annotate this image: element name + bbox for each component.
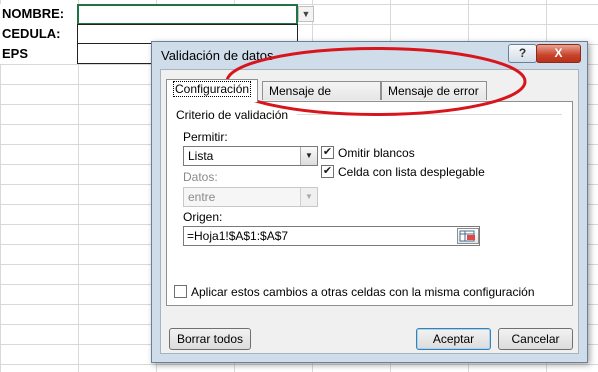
celda-lista-label: Celda con lista desplegable xyxy=(338,165,485,179)
data-validation-dialog: Validación de datos ? X Configuración Me… xyxy=(151,41,588,363)
origen-label: Origen: xyxy=(183,210,223,224)
range-selector-icon[interactable] xyxy=(457,228,479,244)
permitir-label: Permitir: xyxy=(183,130,228,144)
chevron-down-icon[interactable]: ▼ xyxy=(300,147,317,165)
group-title: Criterio de validación xyxy=(176,108,289,122)
cancelar-button[interactable]: Cancelar xyxy=(498,328,573,350)
omitir-blancos-checkbox[interactable]: ✔ xyxy=(321,146,334,159)
aplicar-label: Aplicar estos cambios a otras celdas con… xyxy=(191,285,535,299)
origen-input[interactable]: =Hoja1!$A$1:$A$7 xyxy=(183,226,480,246)
close-button[interactable]: X xyxy=(536,44,581,63)
tab-panel-configuracion: Criterio de validación Permitir: Lista ▼… xyxy=(166,101,573,306)
datos-value: entre xyxy=(188,190,216,204)
datos-label: Datos: xyxy=(183,170,218,184)
permitir-select[interactable]: Lista ▼ xyxy=(183,146,318,166)
cell-label-nombre: NOMBRE: xyxy=(0,4,78,24)
permitir-value: Lista xyxy=(188,149,214,163)
omitir-blancos-label: Omitir blancos xyxy=(338,146,415,160)
help-button[interactable]: ? xyxy=(508,44,537,63)
borrar-todos-button[interactable]: Borrar todos xyxy=(169,328,251,350)
datos-select: entre ▼ xyxy=(183,187,318,207)
group-divider xyxy=(297,114,562,115)
tab-mensaje-entrada[interactable]: Mensaje de entrada xyxy=(262,81,381,117)
tab-configuracion[interactable]: Configuración xyxy=(166,79,258,102)
chevron-down-icon: ▼ xyxy=(300,188,317,206)
dialog-title: Validación de datos xyxy=(161,48,274,63)
dialog-titlebar[interactable]: Validación de datos ? X xyxy=(152,42,587,70)
dialog-content: Configuración Mensaje de entrada Mensaje… xyxy=(160,69,579,354)
active-cell-nombre[interactable] xyxy=(77,4,298,25)
tab-mensaje-error[interactable]: Mensaje de error xyxy=(381,81,487,100)
tab-configuracion-label: Configuración xyxy=(173,81,252,97)
aceptar-button[interactable]: Aceptar xyxy=(416,328,491,350)
aplicar-checkbox[interactable] xyxy=(174,285,187,298)
cell-label-eps: EPS xyxy=(0,44,78,64)
celda-lista-checkbox[interactable]: ✔ xyxy=(321,165,334,178)
cell-dropdown-button[interactable]: ▼ xyxy=(298,6,314,22)
cell-label-cedula: CEDULA: xyxy=(0,24,78,44)
